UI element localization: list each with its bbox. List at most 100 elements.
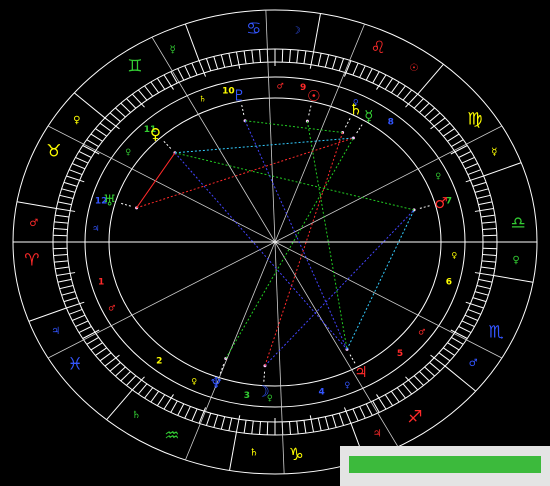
house-ruler-icon: ♀ — [191, 377, 197, 386]
degree-tick — [338, 58, 345, 71]
degree-tick — [405, 376, 419, 391]
degree-tick — [447, 342, 460, 351]
house-cusp — [47, 125, 276, 243]
sign-ruler-icon: ♄ — [249, 448, 258, 459]
overlay-panel — [340, 446, 550, 486]
degree-tick — [68, 169, 83, 176]
degree-tick — [365, 403, 373, 416]
house-number: 4 — [318, 388, 324, 398]
house-ruler-icon: ♀ — [435, 172, 441, 181]
sign-boundary — [184, 23, 200, 61]
degree-tick — [442, 347, 455, 356]
degree-tick — [303, 420, 307, 434]
degree-tick — [137, 383, 148, 395]
degree-tick — [451, 336, 464, 345]
degree-tick — [474, 291, 489, 296]
house-number: 5 — [397, 349, 403, 359]
degree-tick — [220, 54, 226, 68]
aspect-line — [264, 209, 415, 367]
degree-tick — [413, 375, 424, 386]
degree-tick — [235, 51, 241, 69]
degree-tick — [99, 122, 112, 132]
degree-tick — [458, 150, 472, 158]
degree-tick — [53, 254, 68, 256]
degree-tick — [243, 50, 247, 64]
house-cusp — [274, 241, 399, 448]
sign-boundary — [28, 307, 67, 322]
degree-tick — [213, 56, 219, 70]
planet-venus-icon: ♀ — [150, 125, 161, 143]
degree-tick — [482, 228, 497, 230]
degree-tick — [474, 188, 489, 193]
degree-tick — [251, 50, 254, 64]
chart-wheel: ♈♂♉♀♊☿♋ ☽♌☉♍☿♎♀♏♂♐♃♑♄♒♄♓♃1♂2♀3 ♀4♀5♂6♀7♀8♀… — [12, 9, 538, 475]
planet-mars-icon: ♂ — [434, 194, 447, 212]
degree-tick — [57, 201, 72, 206]
degree-tick — [317, 53, 322, 67]
degree-tick — [359, 65, 366, 78]
aspect-line — [174, 137, 354, 154]
degree-tick — [303, 50, 307, 64]
planet-pointer — [219, 362, 225, 374]
house-cusp — [47, 241, 276, 359]
sign-aquarius-icon: ♒ — [164, 426, 179, 446]
degree-tick — [54, 221, 69, 224]
degree-tick — [61, 188, 76, 193]
house-ruler-icon: ♀ — [344, 380, 350, 389]
house-cusp — [274, 241, 503, 359]
sign-boundary — [16, 201, 57, 209]
degree-tick — [126, 375, 137, 386]
degree-tick — [228, 417, 233, 431]
degree-tick — [478, 278, 493, 283]
degree-tick — [480, 214, 495, 218]
degree-tick — [424, 366, 436, 377]
degree-tick — [63, 181, 78, 187]
sign-pisces-icon: ♓ — [68, 355, 83, 375]
degree-tick — [396, 85, 406, 97]
planet-pointer — [121, 202, 133, 208]
degree-tick — [472, 181, 487, 187]
degree-tick — [429, 112, 441, 122]
degree-tick — [72, 314, 86, 321]
degree-tick — [442, 128, 455, 137]
degree-tick — [481, 221, 496, 224]
sign-boundary — [483, 162, 522, 177]
degree-tick — [184, 406, 191, 419]
degree-tick — [75, 156, 89, 164]
sign-ruler-icon: ♂ — [29, 218, 38, 229]
degree-tick — [289, 421, 291, 435]
house-number: 8 — [388, 117, 394, 127]
sign-boundary — [106, 389, 133, 421]
house-cusp — [151, 36, 276, 243]
sign-ruler-icon: ♂ — [469, 358, 478, 369]
degree-tick — [324, 54, 330, 68]
planet-pointer — [344, 118, 351, 130]
sign-boundary — [417, 63, 444, 95]
degree-tick — [419, 102, 430, 113]
degree-tick — [137, 89, 148, 101]
sign-capricorn-icon: ♑ — [289, 445, 304, 465]
sign-virgo-icon: ♍ — [467, 109, 482, 129]
degree-tick — [481, 260, 496, 263]
green-bar — [349, 456, 541, 473]
degree-tick — [191, 62, 198, 76]
degree-tick — [402, 89, 413, 101]
degree-tick — [235, 415, 241, 433]
sign-libra-icon: ♎ — [510, 213, 525, 233]
degree-tick — [95, 347, 108, 356]
planet-pointer — [241, 104, 245, 117]
degree-tick — [220, 416, 226, 430]
degree-tick — [177, 403, 185, 416]
degree-tick — [309, 415, 315, 433]
planet-jupiter-icon: ♃ — [354, 363, 367, 381]
degree-tick — [259, 421, 261, 435]
degree-tick — [352, 408, 359, 422]
degree-tick — [390, 390, 400, 403]
degree-tick — [68, 308, 83, 315]
degree-tick — [419, 371, 430, 382]
sign-boundary — [493, 275, 534, 283]
degree-tick — [331, 414, 337, 428]
degree-tick — [56, 207, 76, 212]
degree-tick — [90, 133, 103, 142]
sign-ruler-icon: ☿ — [170, 44, 176, 55]
